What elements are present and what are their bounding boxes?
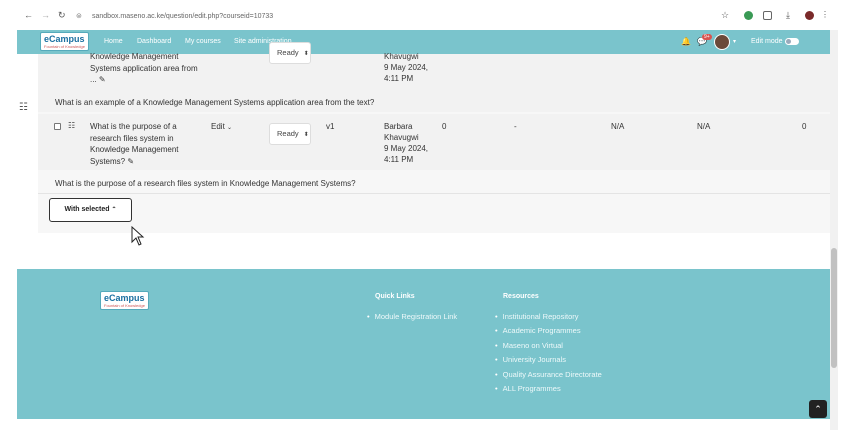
footer-divider [717,259,787,264]
question-description: What is the purpose of a research files … [55,179,356,188]
site-info-icon[interactable]: ⊜ [76,12,82,20]
quick-link-module-registration[interactable]: Module Registration Link [367,312,458,321]
version: v1 [326,122,335,131]
nav-dashboard[interactable]: Dashboard [137,38,171,45]
resource-link[interactable]: Institutional Repository [495,312,579,321]
facility-index: N/A [611,122,625,131]
question-bank-table: Knowledge Management Systems application… [38,42,830,233]
reload-icon[interactable]: ↻ [58,10,66,21]
status-select[interactable]: Ready ⬍ [269,42,311,64]
user-avatar[interactable] [714,34,730,50]
notification-count-badge: 9+ [702,34,712,40]
site-footer: eCampus Fountain of Knowledge Quick Link… [17,259,830,419]
discrimination-index: N/A [697,122,711,131]
browser-menu-icon[interactable]: ⋮ [821,10,829,19]
resources-title: Resources [503,293,539,300]
resource-link[interactable]: ALL Programmes [495,384,561,393]
select-arrows-icon: ⬍ [303,132,309,138]
quick-links-title: Quick Links [375,293,415,300]
extension-icon[interactable] [744,11,753,20]
chevron-down-icon: ⌄ [227,125,233,131]
extensions-puzzle-icon[interactable] [763,11,772,20]
last-used: - [514,122,517,131]
download-icon[interactable]: ⤓ [786,10,790,21]
logo-tagline: Fountain of Knowledge [44,44,85,49]
resource-link[interactable]: Quality Assurance Directorate [495,370,602,379]
chevron-up-icon: ⌃ [111,207,117,213]
table-row: ☷ What is the purpose of a research file… [38,114,830,170]
divider [38,193,830,194]
back-icon[interactable]: ← [24,10,33,20]
question-name[interactable]: Knowledge Management Systems application… [90,51,205,86]
logo-text: eCampus [44,34,85,44]
nav-my-courses[interactable]: My courses [185,38,221,45]
footer-logo-tagline: Fountain of Knowledge [104,303,145,308]
usage-count: 0 [442,122,447,131]
question-select-checkbox[interactable] [54,123,61,130]
profile-avatar-icon[interactable] [805,11,814,20]
question-type-icon: ☷ [68,121,76,130]
browser-toolbar: ← → ↻ ⊜ sandbox.maseno.ac.ke/question/ed… [0,0,854,30]
toggle-knob [786,39,791,44]
select-arrows-icon: ⬍ [303,51,309,57]
forward-icon[interactable]: → [41,10,50,20]
back-to-top-button[interactable]: ⌃ [809,400,827,418]
with-selected-button[interactable]: With selected ⌃ [49,198,132,222]
edit-pencil-icon[interactable]: ✎ [99,75,106,84]
question-name[interactable]: What is the purpose of a research files … [90,121,205,167]
resource-link[interactable]: Academic Programmes [495,326,581,335]
chevron-up-icon: ⌃ [814,404,822,414]
address-bar[interactable]: sandbox.maseno.ac.ke/question/edit.php?c… [92,13,273,20]
created-by: Khavugwi 9 May 2024, 4:11 PM [384,52,429,83]
bookmark-star-icon[interactable]: ☆ [721,10,729,21]
edit-mode-label: Edit mode [751,38,783,45]
comments-count: 0 [802,122,807,131]
nav-home[interactable]: Home [104,38,123,45]
resource-link[interactable]: Maseno on Virtual [495,341,563,350]
scrollbar-thumb[interactable] [831,248,837,368]
resource-link[interactable]: University Journals [495,355,566,364]
mouse-cursor-icon [131,226,145,246]
site-logo[interactable]: eCampus Fountain of Knowledge [40,32,89,51]
user-menu-chevron-icon[interactable]: ▾ [733,38,736,45]
footer-logo-text: eCampus [104,293,145,303]
footer-logo[interactable]: eCampus Fountain of Knowledge [100,291,149,310]
notifications-bell-icon[interactable]: 🔔 [681,37,691,46]
course-index-drawer-icon[interactable]: ☷ [19,102,28,113]
edit-mode-toggle[interactable] [785,38,799,45]
status-select[interactable]: Ready ⬍ [269,123,311,145]
edit-actions-menu[interactable]: Edit ⌄ [211,121,232,134]
question-description: What is an example of a Knowledge Manage… [55,98,375,107]
page-scrollbar[interactable] [830,30,838,430]
created-by: Barbara Khavugwi 9 May 2024, 4:11 PM [384,122,429,164]
edit-pencil-icon[interactable]: ✎ [127,157,134,166]
